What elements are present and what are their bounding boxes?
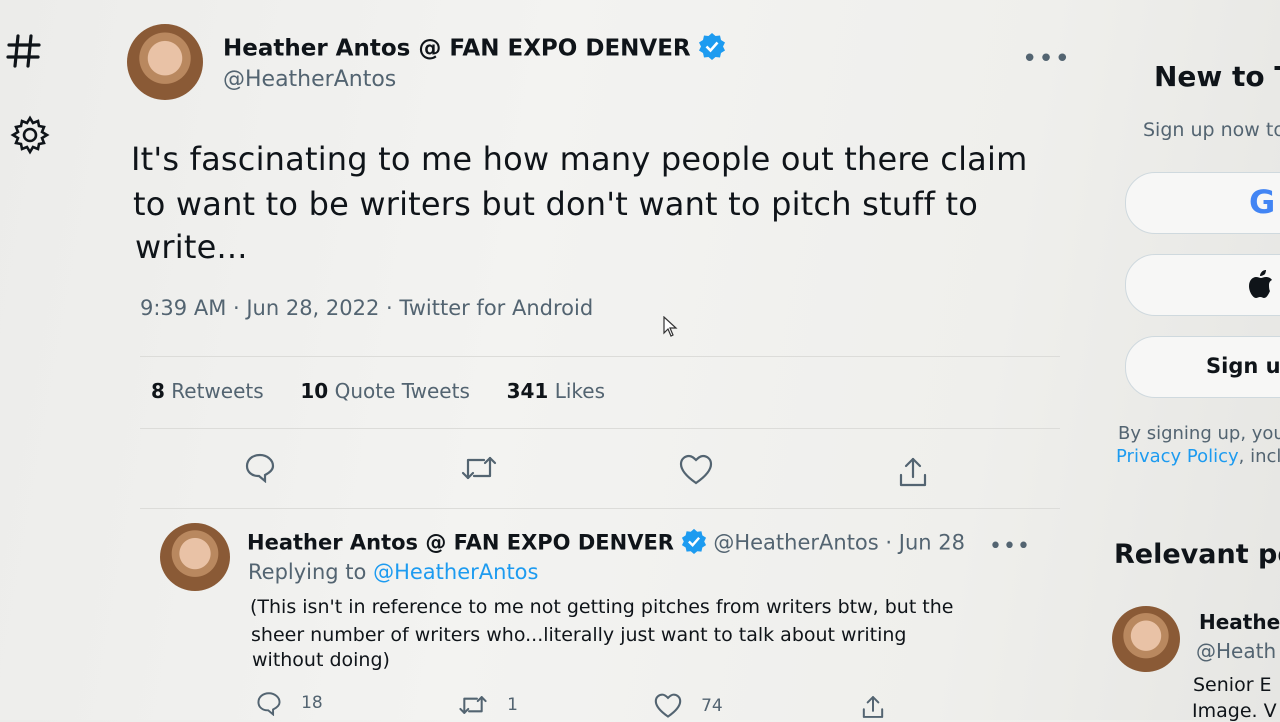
apple-signup-button[interactable] [1125,254,1280,316]
hashtag-icon[interactable] [6,32,42,70]
tweet-author-row: Heather Antos @ FAN EXPO DENVER [223,32,726,66]
terms-line-2: Privacy Policy, incl [1116,446,1280,467]
relevant-person-bio-line-2: Image. V [1192,700,1277,722]
relevant-person-bio-line-1: Senior E [1193,674,1272,696]
reply-share-icon[interactable] [860,694,886,720]
signup-button[interactable]: Sign up [1125,336,1280,398]
like-icon[interactable] [679,454,713,486]
signup-subtitle: Sign up now to [1143,119,1280,141]
retweet-icon[interactable] [460,452,498,484]
more-options-icon[interactable]: ••• [1022,44,1071,74]
reply-like-action[interactable]: 74 [654,693,723,719]
reply-text-line-1: (This isn't in reference to me not getti… [250,596,954,618]
relevant-person-avatar[interactable] [1112,606,1180,672]
mouse-cursor-icon [663,316,679,338]
author-handle[interactable]: @HeatherAntos [223,67,396,92]
google-logo-icon: G [1249,183,1276,221]
tweet-text-line-2: to want to be writers but don't want to … [133,185,979,223]
reply-retweet-count: 1 [507,695,518,715]
gear-icon[interactable] [10,115,50,155]
reply-header: Heather Antos @ FAN EXPO DENVER @Heather… [247,528,965,559]
reply-retweet-icon [458,692,488,718]
quote-tweets-stat[interactable]: 10 Quote Tweets [300,379,470,403]
reply-verified-badge-icon [681,528,707,559]
terms-line-1: By signing up, you [1118,423,1280,444]
relevant-person-name[interactable]: Heathe [1199,610,1280,634]
signup-button-label: Sign up [1206,354,1280,378]
tweet-text-line-3: write... [135,228,248,266]
reply-text-line-3: without doing) [252,649,390,671]
replying-to-handle[interactable]: @HeatherAntos [373,560,538,584]
reply-like-count: 74 [701,696,723,716]
author-avatar[interactable] [127,24,203,100]
divider-top [140,356,1060,357]
tweet-text-line-1: It's fascinating to me how many people o… [131,140,1028,178]
verified-badge-icon [698,32,726,66]
reply-count: 18 [301,693,323,713]
replying-to: Replying to @HeatherAntos [248,560,539,584]
new-to-twitter-title: New to T [1154,60,1280,93]
reply-comment-icon [256,690,282,716]
tweet-timestamp[interactable]: 9:39 AM · Jun 28, 2022 · Twitter for And… [140,296,593,320]
author-name[interactable]: Heather Antos @ FAN EXPO DENVER [223,36,691,62]
divider-mid [140,428,1060,429]
reply-author-name[interactable]: Heather Antos @ FAN EXPO DENVER [247,531,674,555]
privacy-policy-link[interactable]: Privacy Policy [1116,446,1239,467]
reply-like-icon [654,693,682,719]
google-signup-button[interactable]: G [1125,172,1280,234]
relevant-people-title: Relevant pe [1114,539,1280,570]
reply-text-line-2: sheer number of writers who...literally … [251,624,907,646]
reply-more-options-icon[interactable]: ••• [989,534,1031,559]
relevant-person-handle[interactable]: @Heath [1196,639,1276,663]
apple-logo-icon [1248,269,1274,299]
divider-bottom [140,508,1060,509]
reply-author-avatar[interactable] [160,523,230,591]
reply-handle-date[interactable]: @HeatherAntos · Jun 28 [713,531,965,555]
reply-icon[interactable] [244,451,276,483]
share-icon[interactable] [897,455,929,489]
likes-stat[interactable]: 341 Likes [507,379,605,403]
reply-reply-action[interactable]: 18 [256,690,323,716]
retweets-stat[interactable]: 8 Retweets [151,379,264,403]
reply-retweet-action[interactable]: 1 [458,692,518,718]
stats-row: 8 Retweets 10 Quote Tweets 341 Likes [151,379,605,403]
